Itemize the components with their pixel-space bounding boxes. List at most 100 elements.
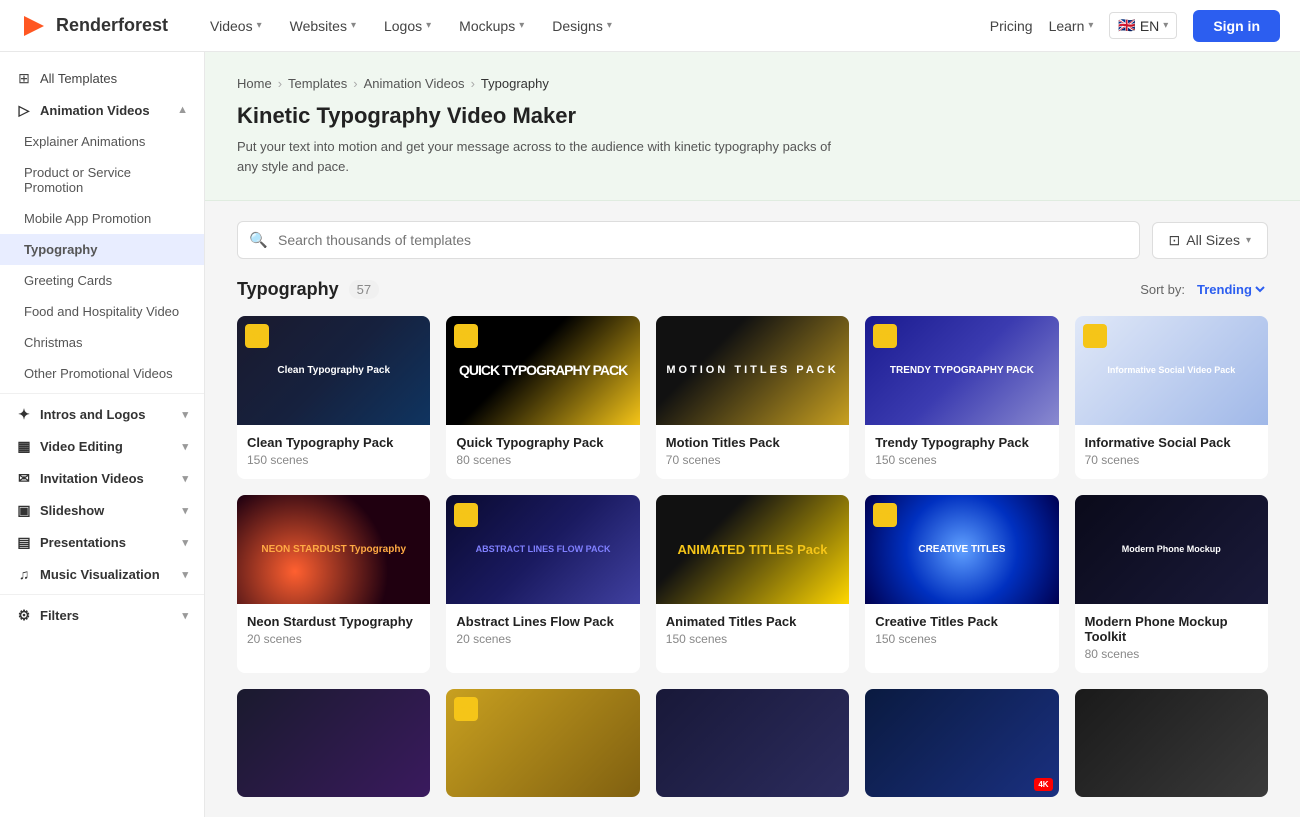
card-title: Trendy Typography Pack: [875, 435, 1048, 450]
sidebar-item-typography[interactable]: Typography: [0, 234, 204, 265]
card-info: Informative Social Pack 70 scenes: [1075, 425, 1268, 479]
search-input-wrap: 🔍: [237, 221, 1140, 259]
card-info: Clean Typography Pack 150 scenes: [237, 425, 430, 479]
card-thumbnail: NEON STARDUST Typography: [237, 495, 430, 604]
template-card[interactable]: ★ Informative Social Video Pack Informat…: [1075, 316, 1268, 479]
chevron-down-icon: ▾: [351, 20, 356, 31]
sign-in-button[interactable]: Sign in: [1193, 10, 1280, 42]
sidebar-item-animation-videos[interactable]: ▷ Animation Videos ▲: [0, 94, 204, 126]
breadcrumb-sep-2: ›: [353, 76, 357, 91]
thumb-label: ANIMATED TITLES Pack: [677, 542, 827, 557]
breadcrumb-home[interactable]: Home: [237, 76, 272, 91]
header: Renderforest Videos ▾ Websites ▾ Logos ▾…: [0, 0, 1300, 52]
template-card[interactable]: ★ ABSTRACT LINES FLOW PACK Abstract Line…: [446, 495, 639, 673]
breadcrumb-templates[interactable]: Templates: [288, 76, 347, 91]
template-card[interactable]: ★ QUICK TYPOGRAPHY PACK Quick Typography…: [446, 316, 639, 479]
sidebar-item-presentations[interactable]: ▤ Presentations ▾: [0, 526, 204, 558]
card-info: Creative Titles Pack 150 scenes: [865, 604, 1058, 658]
chevron-down-icon: ▾: [182, 609, 188, 622]
template-card[interactable]: ★ Clean Typography Pack Clean Typography…: [237, 316, 430, 479]
card-thumbnail: [656, 689, 849, 798]
sidebar-item-intros[interactable]: ✦ Intros and Logos ▾: [0, 398, 204, 430]
section-header: Typography 57 Sort by: Trending Newest P…: [237, 279, 1268, 300]
sidebar-item-filters[interactable]: ⚙ Filters ▾: [0, 599, 204, 631]
breadcrumb-animation[interactable]: Animation Videos: [364, 76, 465, 91]
search-input[interactable]: [237, 221, 1140, 259]
premium-badge: ★: [873, 503, 897, 527]
card-scenes: 80 scenes: [456, 453, 629, 467]
language-selector[interactable]: 🇬🇧 EN ▾: [1109, 12, 1177, 39]
thumb-label: Modern Phone Mockup: [1122, 544, 1221, 554]
chevron-down-icon: ▾: [182, 472, 188, 485]
chevron-down-icon: ▾: [257, 20, 262, 31]
card-thumbnail: ★ TRENDY TYPOGRAPHY PACK: [865, 316, 1058, 425]
sidebar-item-product-promo[interactable]: Product or Service Promotion: [0, 157, 204, 203]
sidebar-item-all-templates[interactable]: ⊞ All Templates: [0, 62, 204, 94]
card-thumbnail: ★ Informative Social Video Pack: [1075, 316, 1268, 425]
sort-select[interactable]: Trending Newest Popular: [1193, 281, 1268, 298]
thumb-label: CREATIVE TITLES: [918, 544, 1005, 555]
template-card[interactable]: NEON STARDUST Typography Neon Stardust T…: [237, 495, 430, 673]
nav-websites[interactable]: Websites ▾: [278, 12, 368, 40]
sidebar-item-greeting[interactable]: Greeting Cards: [0, 265, 204, 296]
monitor-icon: ▣: [16, 502, 32, 518]
card-info: Trendy Typography Pack 150 scenes: [865, 425, 1058, 479]
card-thumbnail: [1075, 689, 1268, 798]
thumb-label: ABSTRACT LINES FLOW PACK: [476, 544, 611, 554]
template-card[interactable]: ★ CREATIVE TITLES Creative Titles Pack 1…: [865, 495, 1058, 673]
card-thumbnail: ★ ABSTRACT LINES FLOW PACK: [446, 495, 639, 604]
template-card[interactable]: Modern Phone Mockup Modern Phone Mockup …: [1075, 495, 1268, 673]
chevron-down-icon: ▾: [1246, 235, 1251, 246]
banner-description: Put your text into motion and get your m…: [237, 137, 837, 176]
card-title: Animated Titles Pack: [666, 614, 839, 629]
premium-badge: ★: [454, 697, 478, 721]
sidebar-item-explainer[interactable]: Explainer Animations: [0, 126, 204, 157]
main-content: Home › Templates › Animation Videos › Ty…: [205, 52, 1300, 817]
chevron-down-icon: ▾: [519, 20, 524, 31]
mail-icon: ✉: [16, 470, 32, 486]
card-scenes: 150 scenes: [666, 632, 839, 646]
card-scenes: 150 scenes: [247, 453, 420, 467]
sidebar-item-invitation[interactable]: ✉ Invitation Videos ▾: [0, 462, 204, 494]
template-card[interactable]: [656, 689, 849, 798]
logo-text: Renderforest: [56, 15, 168, 36]
card-title: Informative Social Pack: [1085, 435, 1258, 450]
card-title: Abstract Lines Flow Pack: [456, 614, 629, 629]
nav-mockups[interactable]: Mockups ▾: [447, 12, 536, 40]
content-area: 🔍 ⊡ All Sizes ▾ Typography 57 Sort by:: [205, 201, 1300, 817]
chevron-down-icon: ▾: [607, 20, 612, 31]
sidebar-item-mobile-app[interactable]: Mobile App Promotion: [0, 203, 204, 234]
chevron-down-icon: ▾: [1088, 20, 1093, 31]
sort-label: Sort by:: [1140, 282, 1185, 297]
thumb-label: MOTION TITLES PACK: [666, 364, 838, 376]
template-card[interactable]: [237, 689, 430, 798]
card-scenes: 70 scenes: [666, 453, 839, 467]
sidebar-item-christmas[interactable]: Christmas: [0, 327, 204, 358]
nav-designs[interactable]: Designs ▾: [540, 12, 624, 40]
template-card[interactable]: ANIMATED TITLES Pack Animated Titles Pac…: [656, 495, 849, 673]
size-filter-button[interactable]: ⊡ All Sizes ▾: [1152, 222, 1268, 259]
sidebar-item-other-promo[interactable]: Other Promotional Videos: [0, 358, 204, 389]
template-card[interactable]: ★: [446, 689, 639, 798]
learn-link[interactable]: Learn ▾: [1049, 18, 1094, 34]
breadcrumb-current: Typography: [481, 76, 549, 91]
sidebar-item-food[interactable]: Food and Hospitality Video: [0, 296, 204, 327]
logo[interactable]: Renderforest: [20, 12, 168, 40]
pricing-link[interactable]: Pricing: [990, 18, 1033, 34]
sort-wrap: Sort by: Trending Newest Popular: [1140, 281, 1268, 298]
nav-videos[interactable]: Videos ▾: [198, 12, 274, 40]
template-card[interactable]: ★ TRENDY TYPOGRAPHY PACK Trendy Typograp…: [865, 316, 1058, 479]
template-grid-row1: ★ Clean Typography Pack Clean Typography…: [237, 316, 1268, 479]
page-layout: ⊞ All Templates ▷ Animation Videos ▲ Exp…: [0, 52, 1300, 817]
sidebar-item-video-editing[interactable]: ▦ Video Editing ▾: [0, 430, 204, 462]
play-circle-icon: ▷: [16, 102, 32, 118]
template-card[interactable]: 4K: [865, 689, 1058, 798]
sidebar-item-slideshow[interactable]: ▣ Slideshow ▾: [0, 494, 204, 526]
flag-icon: 🇬🇧: [1118, 17, 1135, 34]
nav-logos[interactable]: Logos ▾: [372, 12, 443, 40]
template-card[interactable]: MOTION TITLES PACK Motion Titles Pack 70…: [656, 316, 849, 479]
breadcrumb: Home › Templates › Animation Videos › Ty…: [237, 76, 1268, 91]
template-card[interactable]: [1075, 689, 1268, 798]
card-info: Motion Titles Pack 70 scenes: [656, 425, 849, 479]
sidebar-item-music[interactable]: ♫ Music Visualization ▾: [0, 558, 204, 590]
